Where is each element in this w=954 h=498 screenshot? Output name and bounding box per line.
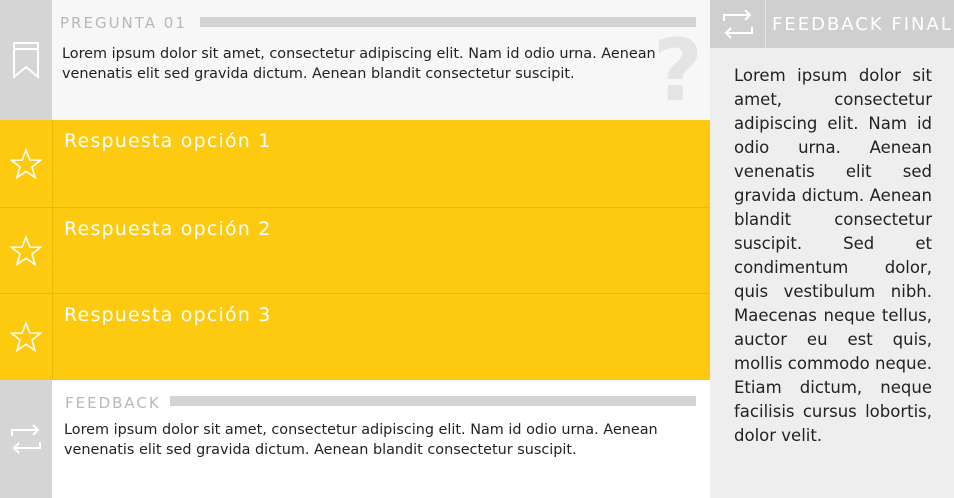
question-heading: PREGUNTA 01 — [60, 14, 187, 32]
question-panel: ? PREGUNTA 01 Lorem ipsum dolor sit amet… — [52, 0, 710, 120]
final-feedback-text: Lorem ipsum dolor sit amet, consectetur … — [734, 66, 932, 445]
question-heading-rule — [200, 17, 696, 27]
feedback-panel: FEEDBACK Lorem ipsum dolor sit amet, con… — [52, 380, 710, 498]
star-icon[interactable] — [0, 208, 53, 293]
feedback-heading: FEEDBACK — [65, 394, 161, 412]
final-feedback-header: FEEDBACK FINAL — [710, 0, 954, 48]
final-feedback-title: FEEDBACK FINAL — [772, 14, 953, 35]
bookmark-icon — [0, 0, 52, 120]
star-icon[interactable] — [0, 294, 53, 380]
answer-options: Respuesta opción 1 Respuesta opción 2 Re… — [0, 120, 710, 380]
feedback-heading-rule — [170, 396, 696, 406]
star-icon[interactable] — [0, 120, 53, 207]
repeat-icon — [0, 380, 52, 498]
feedback-text: Lorem ipsum dolor sit amet, consectetur … — [64, 422, 658, 458]
answer-option-3[interactable]: Respuesta opción 3 — [0, 294, 710, 380]
answer-label-2[interactable]: Respuesta opción 2 — [64, 218, 272, 240]
repeat-icon — [710, 0, 766, 48]
feedback-icon-rail — [0, 380, 52, 498]
answer-label-1[interactable]: Respuesta opción 1 — [64, 130, 272, 152]
question-text: Lorem ipsum dolor sit amet, consectetur … — [62, 46, 656, 82]
final-feedback-panel: FEEDBACK FINAL Lorem ipsum dolor sit ame… — [710, 0, 954, 498]
answer-label-3[interactable]: Respuesta opción 3 — [64, 304, 272, 326]
question-icon-rail — [0, 0, 52, 120]
answer-option-1[interactable]: Respuesta opción 1 — [0, 120, 710, 208]
answer-option-2[interactable]: Respuesta opción 2 — [0, 208, 710, 294]
